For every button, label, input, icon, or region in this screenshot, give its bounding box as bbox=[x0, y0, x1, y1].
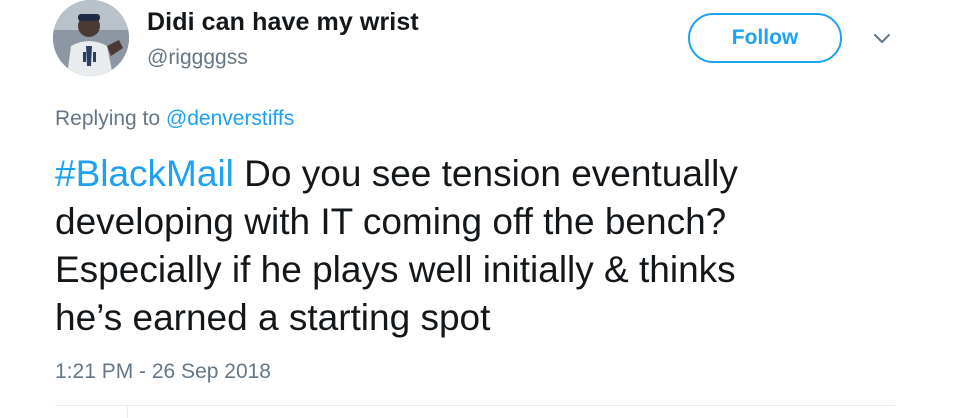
chevron-down-icon[interactable] bbox=[872, 32, 892, 46]
replying-to-label: Replying to bbox=[55, 107, 161, 130]
tweet-text-line: #BlackMail Do you see tension eventually bbox=[55, 150, 935, 198]
replying-to: Replying to @denverstiffs bbox=[55, 107, 294, 131]
tweet-text-line: he’s earned a starting spot bbox=[55, 297, 491, 338]
tweet-timestamp[interactable]: 1:21 PM - 26 Sep 2018 bbox=[55, 360, 271, 384]
display-name[interactable]: Didi can have my wrist bbox=[147, 8, 419, 37]
tweet-text-segment: Do you see tension eventually bbox=[233, 153, 738, 194]
divider-tick bbox=[127, 405, 128, 418]
hashtag-link[interactable]: #BlackMail bbox=[55, 153, 234, 194]
follow-button-label: Follow bbox=[731, 26, 799, 49]
follow-button[interactable]: Follow bbox=[688, 13, 842, 63]
divider bbox=[55, 405, 895, 406]
tweet-text-line: Especially if he plays well initially & … bbox=[55, 249, 736, 290]
avatar[interactable] bbox=[53, 0, 129, 76]
tweet-text: #BlackMail Do you see tension eventually… bbox=[55, 150, 935, 342]
avatar-photo-icon bbox=[53, 0, 129, 76]
user-handle[interactable]: @riggggss bbox=[147, 46, 248, 70]
tweet-card: Didi can have my wrist @riggggss Follow … bbox=[0, 0, 954, 418]
tweet-text-line: developing with IT coming off the bench? bbox=[55, 201, 727, 242]
reply-mention-link[interactable]: @denverstiffs bbox=[166, 107, 294, 130]
